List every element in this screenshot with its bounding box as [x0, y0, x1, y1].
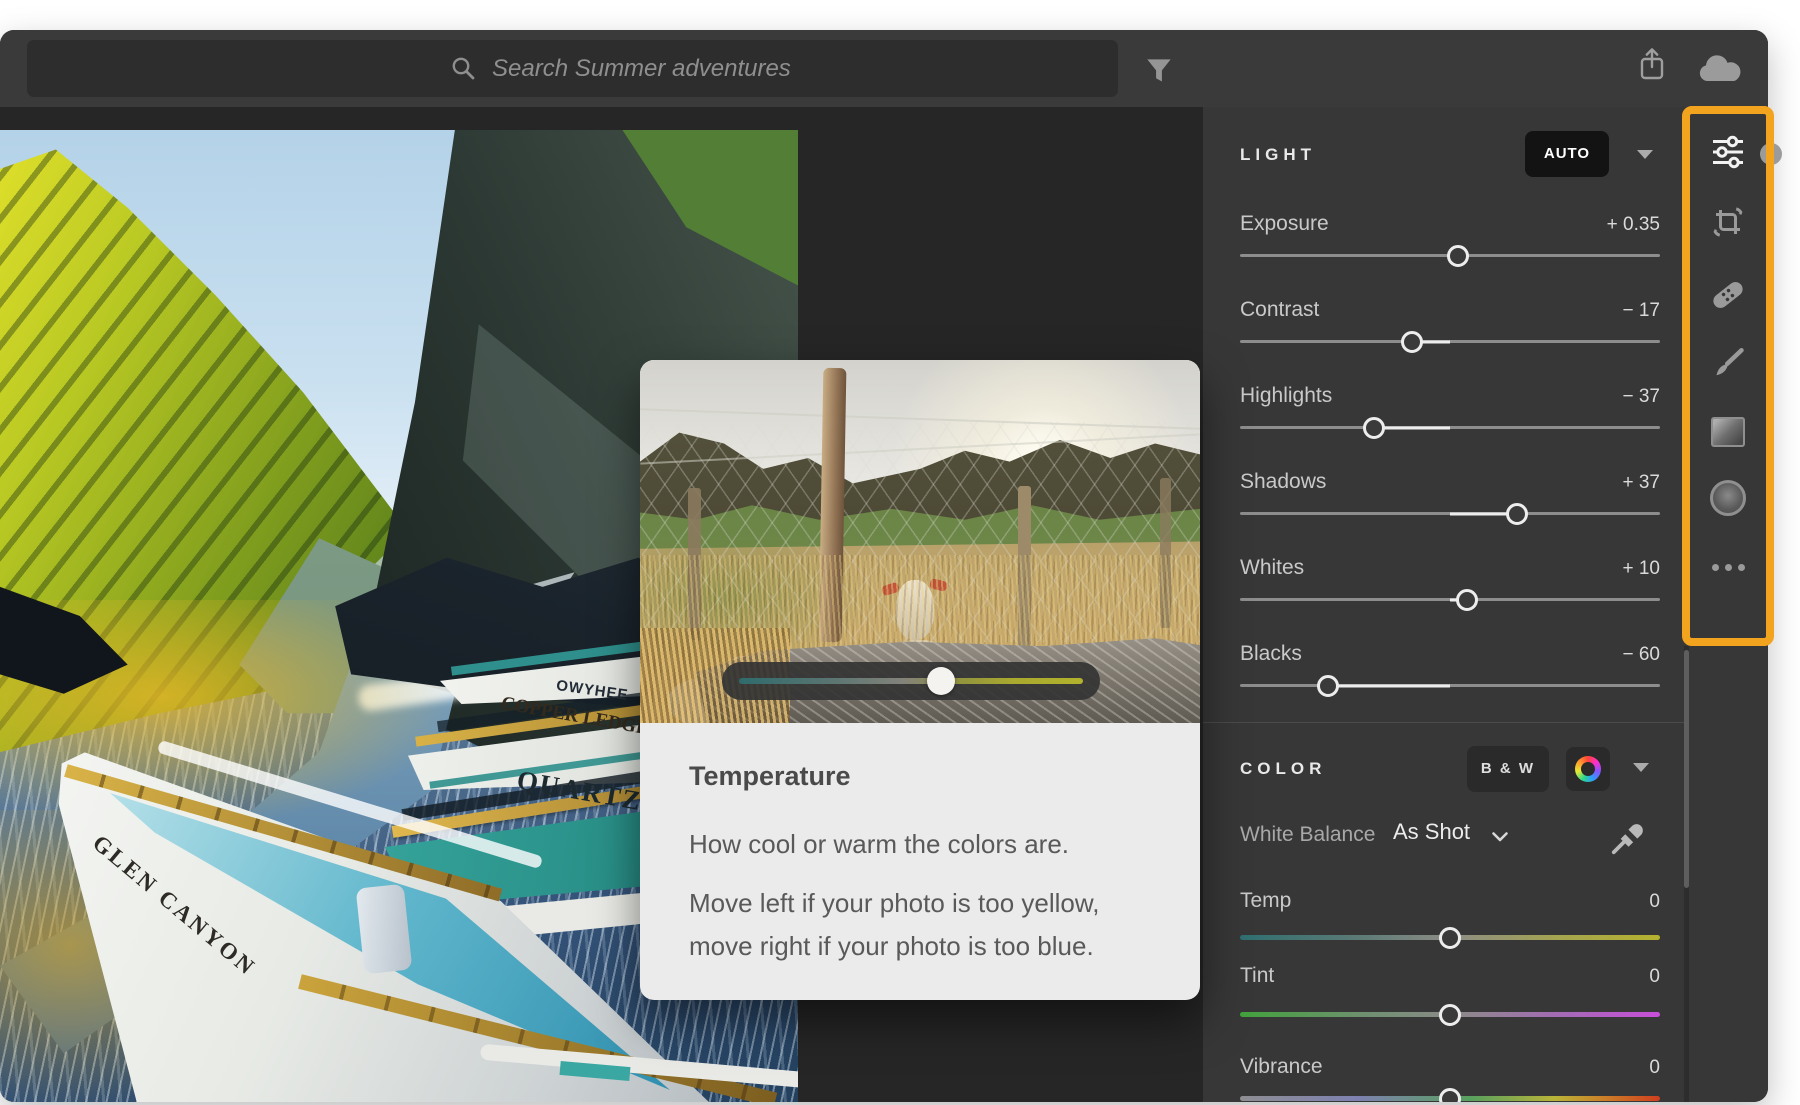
search-field[interactable]	[27, 40, 1118, 97]
highlights-slider[interactable]	[1240, 426, 1660, 429]
shadows-row: Shadows + 37	[1203, 470, 1688, 540]
highlights-label: Highlights	[1240, 384, 1332, 408]
annotation-highlight-box	[1682, 106, 1774, 646]
blacks-label: Blacks	[1240, 642, 1302, 666]
chevron-down-icon[interactable]	[1491, 831, 1509, 843]
contrast-slider[interactable]	[1240, 340, 1660, 343]
shadows-slider-handle[interactable]	[1506, 503, 1528, 525]
share-icon[interactable]	[1636, 46, 1668, 84]
tooltip-hint-line2: move right if your photo is too blue.	[689, 925, 1152, 968]
temp-slider-handle[interactable]	[1439, 927, 1461, 949]
auto-button[interactable]: AUTO	[1525, 131, 1609, 177]
color-section-header: COLOR	[1240, 759, 1326, 779]
whites-slider-handle[interactable]	[1456, 589, 1478, 611]
vibrance-label: Vibrance	[1240, 1055, 1323, 1079]
color-collapse-chevron-icon[interactable]	[1633, 763, 1649, 772]
blacks-value: − 60	[1622, 644, 1660, 666]
temp-slider[interactable]	[1240, 935, 1660, 940]
exposure-row: Exposure + 0.35	[1203, 212, 1688, 282]
temp-row: Temp 0	[1203, 889, 1688, 959]
shadows-label: Shadows	[1240, 470, 1326, 494]
app-window: OWYHEE COPPER LEDGE FA QUARTZ C GLEN CAN…	[0, 30, 1768, 1102]
tooltip-description: How cool or warm the colors are.	[689, 823, 1152, 866]
temp-label: Temp	[1240, 889, 1291, 913]
scrollbar-thumb[interactable]	[1684, 650, 1689, 888]
shadows-slider[interactable]	[1240, 512, 1660, 515]
edit-panel: LIGHT AUTO Exposure + 0.35 Contrast − 17	[1203, 107, 1688, 1102]
tooltip-hint-line1: Move left if your photo is too yellow,	[689, 882, 1152, 925]
contrast-row: Contrast − 17	[1203, 298, 1688, 368]
highlights-row: Highlights − 37	[1203, 384, 1688, 454]
tint-slider[interactable]	[1240, 1012, 1660, 1017]
exposure-slider[interactable]	[1240, 254, 1660, 257]
highlights-slider-handle[interactable]	[1363, 417, 1385, 439]
panel-scrollbar[interactable]	[1684, 646, 1689, 1102]
contrast-value: − 17	[1622, 300, 1660, 322]
whites-label: Whites	[1240, 556, 1304, 580]
exposure-slider-handle[interactable]	[1447, 245, 1469, 267]
search-icon	[450, 55, 477, 82]
whites-row: Whites + 10	[1203, 556, 1688, 626]
vibrance-value: 0	[1649, 1057, 1660, 1079]
temperature-slider[interactable]	[722, 662, 1100, 700]
bw-toggle-button[interactable]: B & W	[1467, 746, 1549, 792]
contrast-label: Contrast	[1240, 298, 1319, 322]
whites-value: + 10	[1622, 558, 1660, 580]
eyedropper-icon[interactable]	[1608, 812, 1654, 858]
highlights-value: − 37	[1622, 386, 1660, 408]
boat-jug	[356, 884, 413, 975]
white-balance-select[interactable]: As Shot	[1393, 819, 1470, 845]
temperature-slider-track[interactable]	[739, 678, 1083, 684]
tooltip-body: Temperature How cool or warm the colors …	[640, 723, 1200, 968]
exposure-value: + 0.35	[1607, 214, 1660, 236]
light-collapse-chevron-icon[interactable]	[1637, 150, 1653, 159]
tint-value: 0	[1649, 966, 1660, 988]
color-mixer-button[interactable]	[1566, 747, 1610, 791]
tint-slider-handle[interactable]	[1439, 1004, 1461, 1026]
exposure-label: Exposure	[1240, 212, 1329, 236]
cloud-icon[interactable]	[1696, 52, 1744, 85]
color-wheel-icon	[1575, 756, 1601, 782]
temp-value: 0	[1649, 891, 1660, 913]
vibrance-row: Vibrance 0	[1203, 1055, 1688, 1102]
blacks-slider[interactable]	[1240, 684, 1660, 687]
shadows-value: + 37	[1622, 472, 1660, 494]
vibrance-slider[interactable]	[1240, 1096, 1660, 1101]
tooltip-card: Temperature How cool or warm the colors …	[640, 360, 1200, 1000]
filter-icon[interactable]	[1145, 57, 1173, 85]
top-bar	[0, 30, 1768, 107]
tooltip-title: Temperature	[689, 761, 1152, 792]
temperature-slider-handle[interactable]	[927, 667, 955, 695]
page: OWYHEE COPPER LEDGE FA QUARTZ C GLEN CAN…	[0, 0, 1800, 1105]
search-input[interactable]	[492, 40, 1052, 97]
contrast-slider-handle[interactable]	[1401, 331, 1423, 353]
tint-row: Tint 0	[1203, 964, 1688, 1034]
blacks-row: Blacks − 60	[1203, 642, 1688, 712]
whites-slider[interactable]	[1240, 598, 1660, 601]
tint-label: Tint	[1240, 964, 1274, 988]
white-balance-label: White Balance	[1240, 823, 1375, 847]
blacks-slider-handle[interactable]	[1317, 675, 1339, 697]
vibrance-slider-handle[interactable]	[1439, 1088, 1461, 1103]
tooltip-photo	[640, 360, 1200, 723]
light-section-header: LIGHT	[1240, 145, 1316, 165]
section-divider	[1203, 722, 1688, 723]
